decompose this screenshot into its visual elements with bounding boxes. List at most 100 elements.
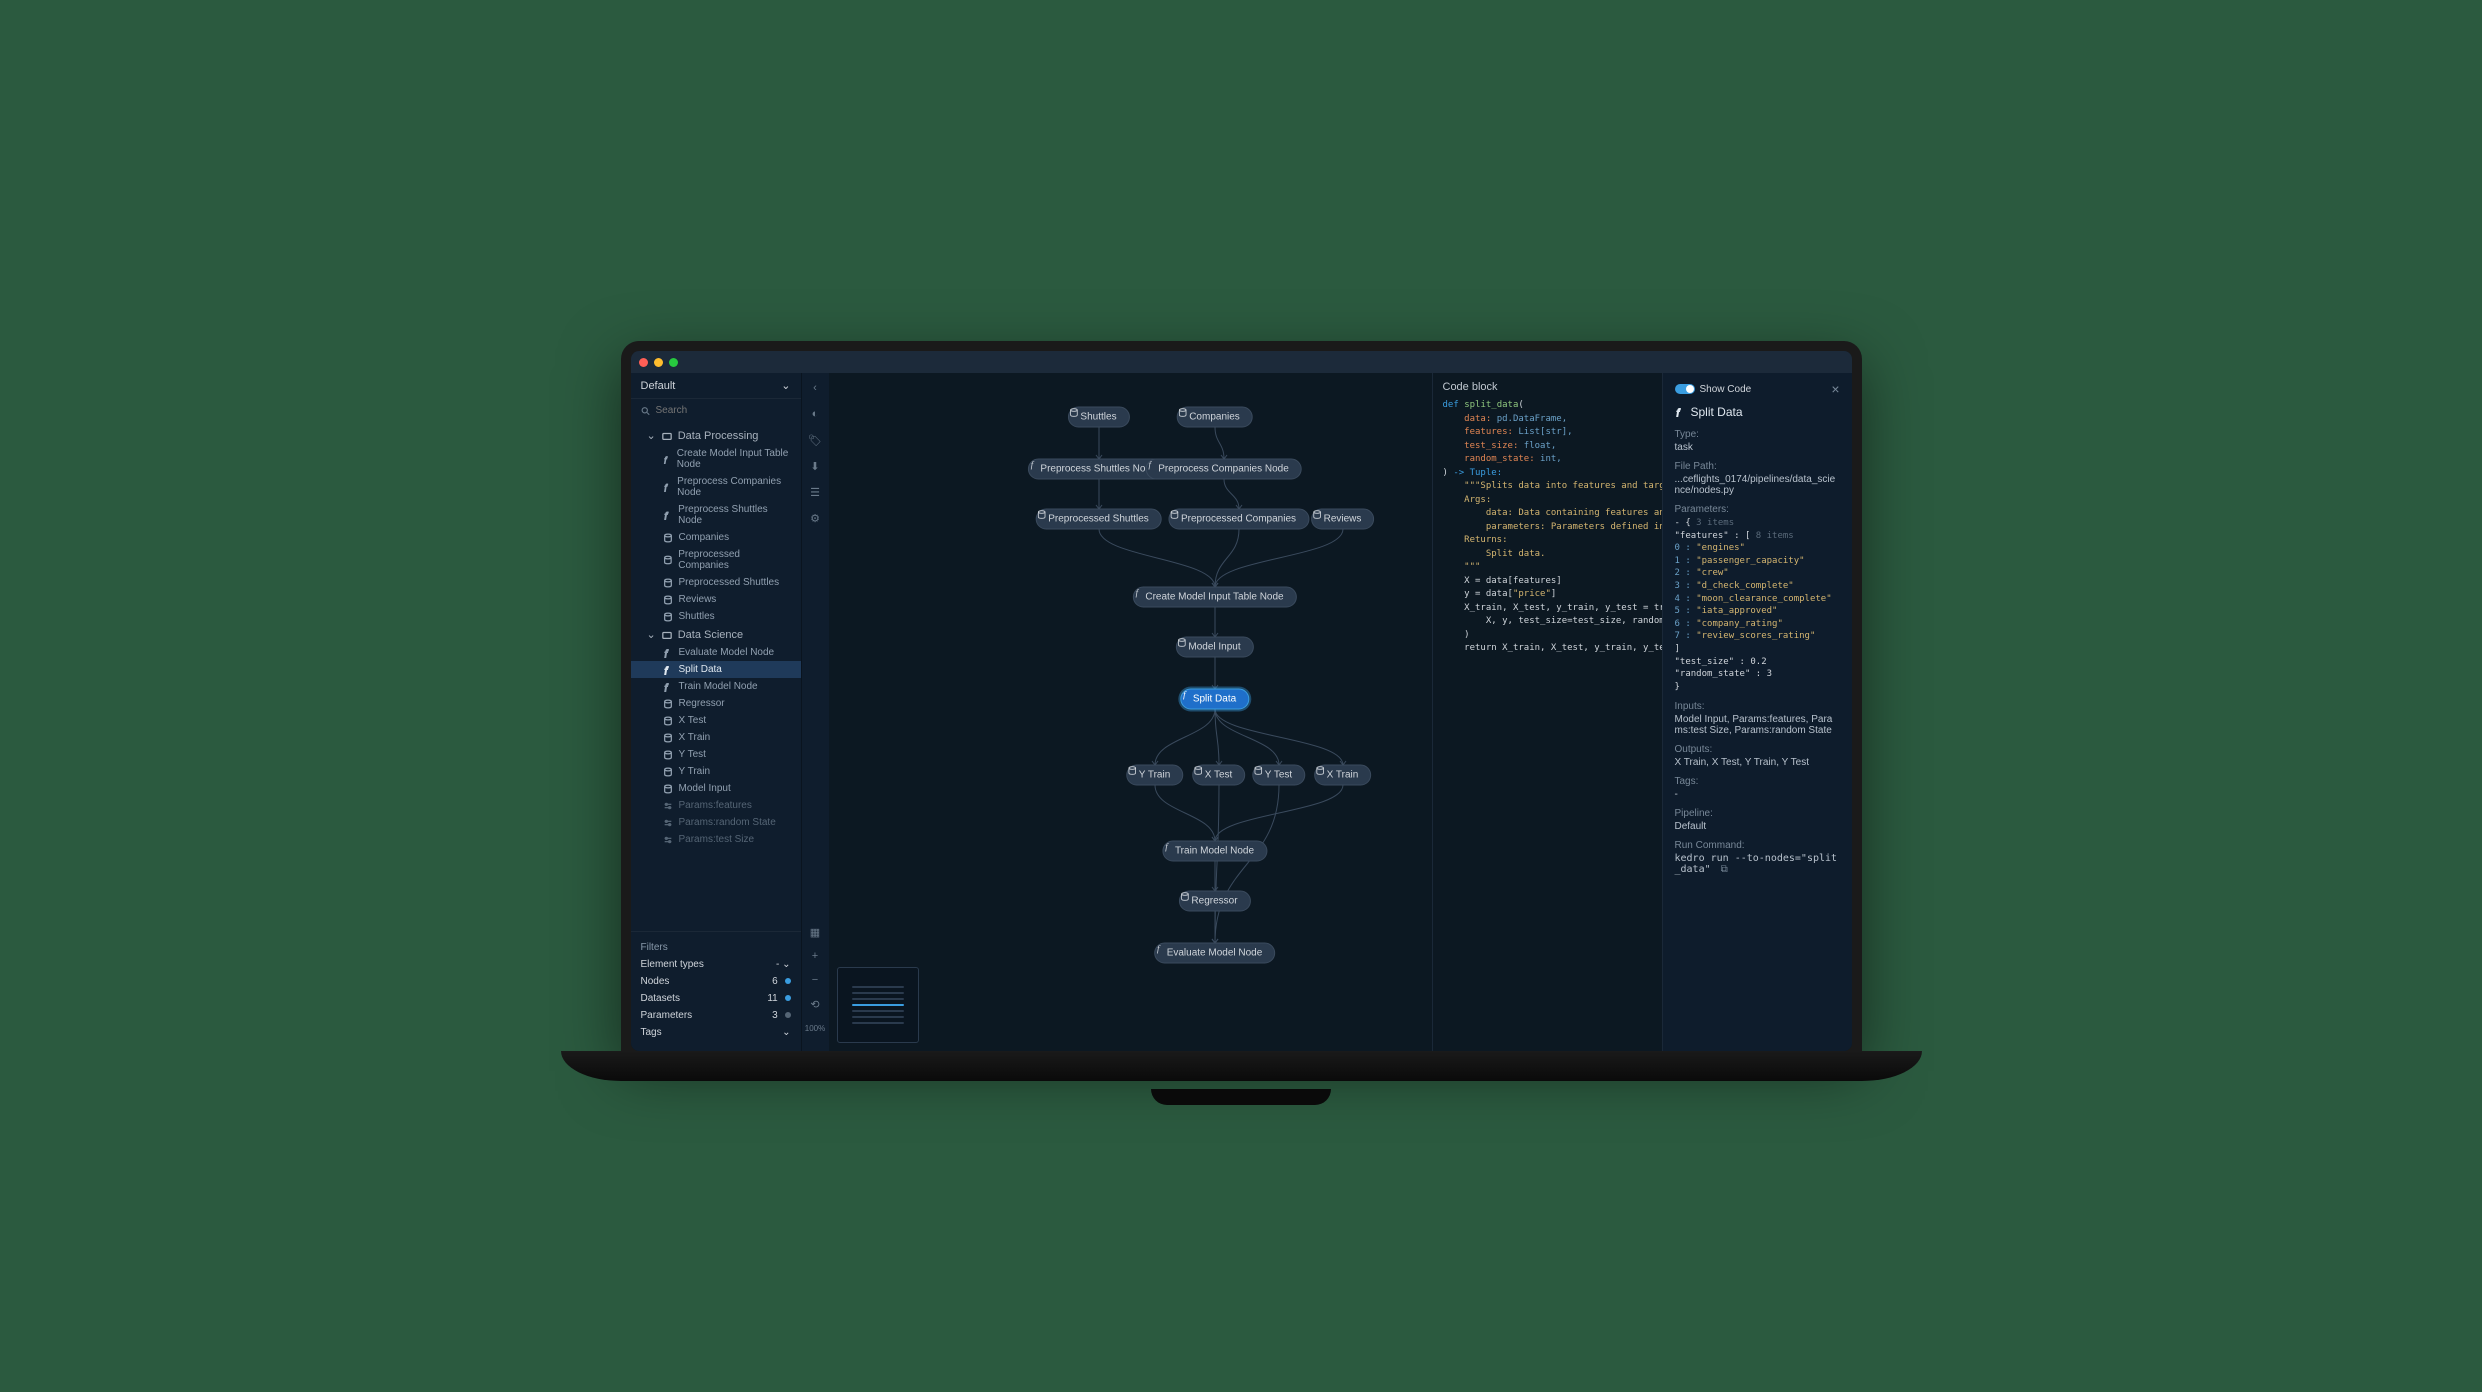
data-icon xyxy=(663,767,673,777)
toggle-switch-icon[interactable] xyxy=(1675,384,1695,394)
code-panel-title: Code block xyxy=(1443,381,1652,393)
data-icon xyxy=(1127,766,1137,776)
graph-node-train-model[interactable]: Train Model Node xyxy=(1162,841,1267,862)
tree-item[interactable]: X Test xyxy=(631,712,801,729)
search-input[interactable] xyxy=(656,405,791,416)
data-icon xyxy=(1176,638,1186,648)
theme-icon[interactable]: ◐ xyxy=(808,407,822,421)
tree-item[interactable]: Companies xyxy=(631,529,801,546)
graph-node-pp-companies[interactable]: Preprocessed Companies xyxy=(1168,509,1309,530)
data-icon xyxy=(663,595,673,605)
download-icon[interactable]: ⬇ xyxy=(808,459,822,473)
data-icon xyxy=(1312,510,1322,520)
close-icon[interactable]: × xyxy=(1831,381,1839,397)
graph-node-xtrain[interactable]: X Train xyxy=(1314,765,1372,786)
tree-item[interactable]: Preprocess Shuttles Node xyxy=(631,501,801,529)
tree-item[interactable]: Split Data xyxy=(631,661,801,678)
filter-row[interactable]: Parameters3 xyxy=(641,1007,791,1024)
data-icon xyxy=(1169,510,1179,520)
tree-item[interactable]: Evaluate Model Node xyxy=(631,644,801,661)
filter-row[interactable]: Datasets11 xyxy=(641,990,791,1007)
tree-item[interactable]: Y Train xyxy=(631,763,801,780)
data-icon xyxy=(1068,408,1078,418)
tree-item[interactable]: Preprocessed Shuttles xyxy=(631,574,801,591)
tree-item[interactable]: Params:test Size xyxy=(631,831,801,848)
data-icon xyxy=(663,750,673,760)
tree-item[interactable]: Train Model Node xyxy=(631,678,801,695)
map-icon[interactable]: ▦ xyxy=(808,925,822,939)
data-icon xyxy=(1253,766,1263,776)
graph-node-model-input[interactable]: Model Input xyxy=(1175,637,1253,658)
graph-node-pp-shuttles[interactable]: Preprocessed Shuttles xyxy=(1035,509,1162,530)
tree-item[interactable]: Params:random State xyxy=(631,814,801,831)
details-panel: Show Code × Split Data Type: task File P… xyxy=(1662,373,1852,1051)
graph-node-create-model[interactable]: Create Model Input Table Node xyxy=(1132,587,1296,608)
graph-node-ytest[interactable]: Y Test xyxy=(1252,765,1305,786)
zoom-out-icon[interactable]: − xyxy=(808,973,822,987)
filter-tags[interactable]: Tags ⌄ xyxy=(641,1024,791,1041)
filter-element-types[interactable]: Element types - ⌄ xyxy=(641,956,791,973)
search-box[interactable] xyxy=(631,399,801,422)
graph-node-regressor[interactable]: Regressor xyxy=(1178,891,1250,912)
data-icon xyxy=(1315,766,1325,776)
zoom-level: 100% xyxy=(808,1021,822,1035)
data-icon xyxy=(1193,766,1203,776)
data-icon xyxy=(663,555,673,565)
tree-item[interactable]: X Train xyxy=(631,729,801,746)
window-close[interactable] xyxy=(639,358,648,367)
tree-item[interactable]: Regressor xyxy=(631,695,801,712)
window-maximize[interactable] xyxy=(669,358,678,367)
tree-item[interactable]: Params:features xyxy=(631,797,801,814)
filter-row[interactable]: Nodes6 xyxy=(641,973,791,990)
sidebar: Default ⌄ ⌄ Data ProcessingCreate Model … xyxy=(631,373,801,1051)
show-code-toggle[interactable]: Show Code xyxy=(1675,384,1752,395)
fn-icon xyxy=(1146,460,1156,470)
tree-item[interactable]: Preprocessed Companies xyxy=(631,546,801,574)
tree-item[interactable]: Preprocess Companies Node xyxy=(631,473,801,501)
graph-node-reviews[interactable]: Reviews xyxy=(1311,509,1375,530)
fn-icon xyxy=(663,482,672,492)
tree-item[interactable]: Model Input xyxy=(631,780,801,797)
data-icon xyxy=(1179,892,1189,902)
param-icon xyxy=(663,801,673,811)
minimap[interactable] xyxy=(837,967,919,1043)
function-icon xyxy=(1675,407,1685,417)
reset-icon[interactable]: ⟲ xyxy=(808,997,822,1011)
tree-item[interactable]: Reviews xyxy=(631,591,801,608)
tree-item[interactable]: Y Test xyxy=(631,746,801,763)
graph-node-companies[interactable]: Companies xyxy=(1176,407,1253,428)
data-icon xyxy=(663,716,673,726)
tree-item[interactable]: Shuttles xyxy=(631,608,801,625)
settings-icon[interactable]: ⚙ xyxy=(808,511,822,525)
graph-node-shuttles[interactable]: Shuttles xyxy=(1067,407,1129,428)
graph-node-ytrain[interactable]: Y Train xyxy=(1126,765,1184,786)
fn-icon xyxy=(1163,842,1173,852)
back-icon[interactable]: ‹ xyxy=(808,381,822,395)
window-minimize[interactable] xyxy=(654,358,663,367)
details-title: Split Data xyxy=(1675,405,1840,419)
graph-node-evaluate[interactable]: Evaluate Model Node xyxy=(1154,943,1276,964)
data-icon xyxy=(663,733,673,743)
fn-icon xyxy=(663,510,673,520)
folder-icon xyxy=(662,431,672,441)
param-icon xyxy=(663,835,673,845)
labels-icon[interactable]: 🏷 xyxy=(808,433,822,447)
graph-node-xtest[interactable]: X Test xyxy=(1192,765,1246,786)
pipeline-dropdown[interactable]: Default ⌄ xyxy=(631,373,801,399)
zoom-in-icon[interactable]: + xyxy=(808,949,822,963)
tree-item[interactable]: Create Model Input Table Node xyxy=(631,445,801,473)
layers-icon[interactable]: ☰ xyxy=(808,485,822,499)
copy-icon[interactable]: ⧉ xyxy=(1721,864,1728,875)
data-icon xyxy=(663,578,673,588)
graph-node-pre-companies[interactable]: Preprocess Companies Node xyxy=(1145,459,1302,480)
chevron-down-icon: ⌄ xyxy=(781,379,790,392)
graph-canvas[interactable]: ShuttlesCompaniesPreprocess Shuttles Nod… xyxy=(829,373,1432,1051)
fn-icon xyxy=(1133,588,1143,598)
data-icon xyxy=(1036,510,1046,520)
data-icon xyxy=(663,784,673,794)
fn-icon xyxy=(1155,944,1165,954)
tree-group[interactable]: ⌄ Data Science xyxy=(631,625,801,644)
chevron-down-icon: ⌄ xyxy=(647,429,656,442)
tree-group[interactable]: ⌄ Data Processing xyxy=(631,426,801,445)
graph-node-split[interactable]: Split Data xyxy=(1180,689,1249,710)
